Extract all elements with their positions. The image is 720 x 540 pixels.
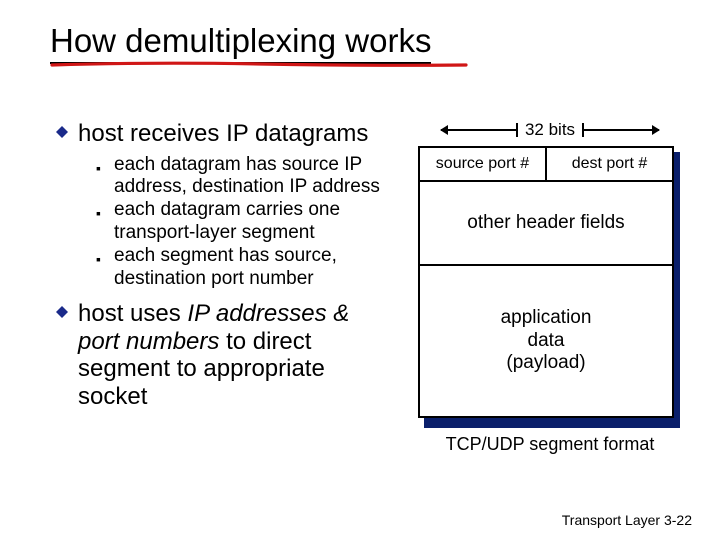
box-outline: source port # dest port # other header f… — [418, 146, 674, 418]
square-bullet-icon: ▪ — [96, 160, 106, 199]
diamond-bullet-icon — [56, 306, 70, 410]
payload-cell: applicationdata(payload) — [420, 266, 672, 416]
sub-bullet: ▪ each datagram has source IP address, d… — [96, 154, 396, 199]
footer-page: 3-22 — [664, 512, 692, 528]
text-part: host uses — [78, 300, 187, 327]
square-bullet-icon: ▪ — [96, 205, 106, 244]
left-column: host receives IP datagrams ▪ each datagr… — [56, 120, 396, 416]
sub-bullet: ▪ each segment has source, destination p… — [96, 245, 396, 290]
square-bullet-icon: ▪ — [96, 251, 106, 290]
bullet-main-2: host uses IP addresses & port numbers to… — [56, 300, 396, 410]
slide-footer: Transport Layer 3-22 — [562, 512, 692, 528]
segment-diagram: 32 bits source port # dest port # other … — [410, 120, 690, 455]
diamond-bullet-icon — [56, 126, 70, 148]
sub-bullet-text: each datagram has source IP address, des… — [114, 154, 396, 199]
sub-bullet-text: each datagram carries one transport-laye… — [114, 199, 396, 244]
slide-title: How demultiplexing works — [50, 22, 431, 64]
footer-label: Transport Layer — [562, 512, 660, 528]
dest-port-cell: dest port # — [545, 148, 672, 180]
bullet-main-1: host receives IP datagrams — [56, 120, 396, 148]
arrow-right-icon — [583, 129, 659, 131]
bits-label: 32 bits — [525, 120, 575, 140]
ports-row: source port # dest port # — [420, 148, 672, 182]
sub-bullet-text: each segment has source, destination por… — [114, 245, 396, 290]
bullet-text: host receives IP datagrams — [78, 120, 368, 148]
title-underline — [50, 61, 470, 71]
bullet-text: host uses IP addresses & port numbers to… — [78, 300, 396, 410]
source-port-cell: source port # — [420, 148, 545, 180]
bits-row: 32 bits — [410, 120, 690, 140]
other-header-cell: other header fields — [420, 182, 672, 266]
sub-bullet: ▪ each datagram carries one transport-la… — [96, 199, 396, 244]
diagram-caption: TCP/UDP segment format — [410, 434, 690, 455]
segment-box: source port # dest port # other header f… — [418, 146, 674, 418]
sub-bullet-list: ▪ each datagram has source IP address, d… — [96, 154, 396, 290]
arrow-left-icon — [441, 129, 517, 131]
